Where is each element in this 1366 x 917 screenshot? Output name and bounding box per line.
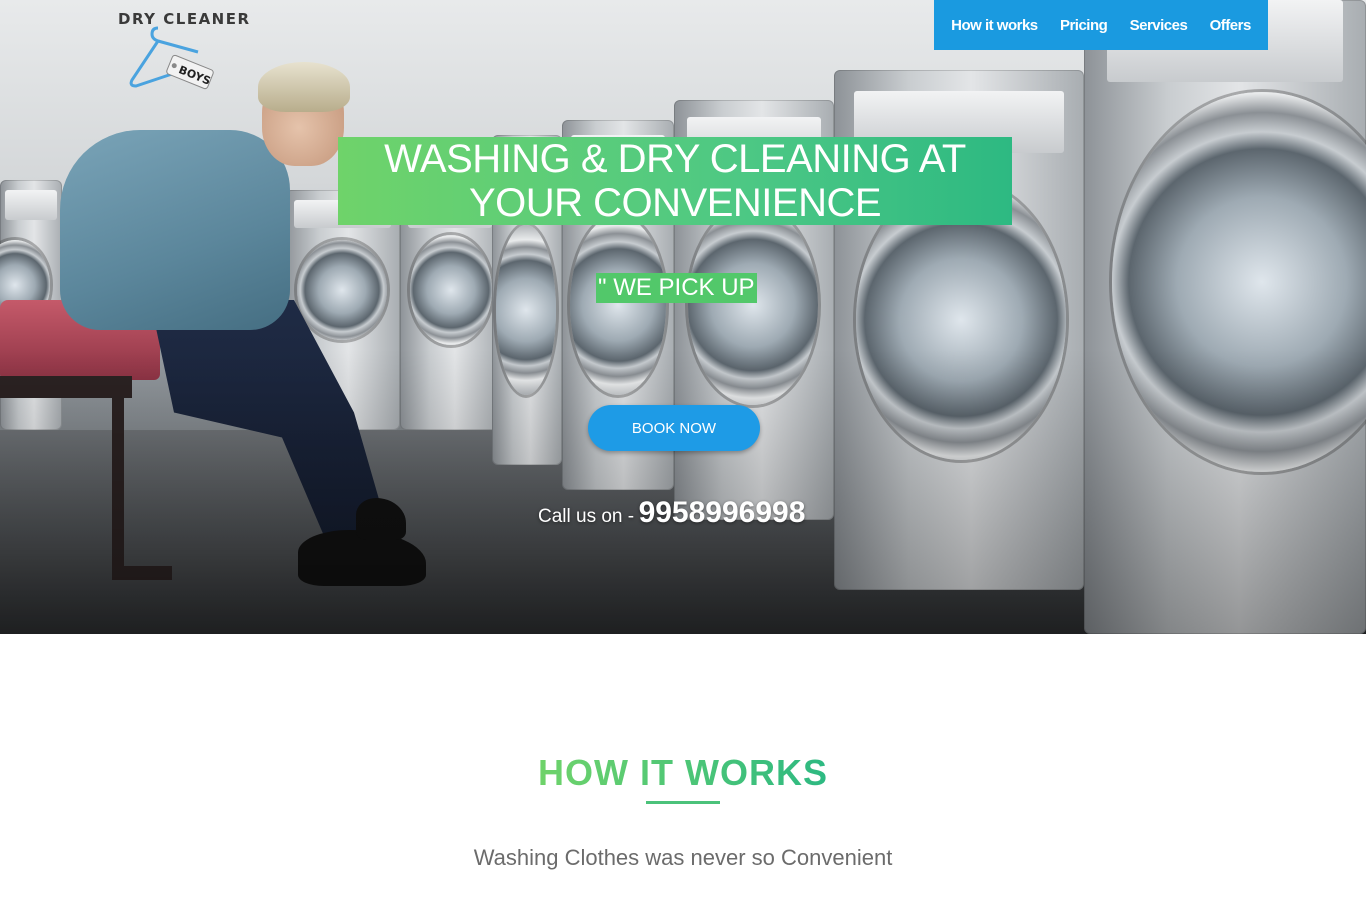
main-nav: How it works Pricing Services Offers <box>934 0 1268 50</box>
site-logo[interactable]: Dry Cleaner BOYS <box>118 8 268 90</box>
how-it-works-subtitle: Washing Clothes was never so Convenient <box>473 845 893 870</box>
nav-pricing[interactable]: Pricing <box>1060 17 1108 34</box>
title-underline <box>646 801 720 804</box>
hero-headline: WASHING & DRY CLEANING AT YOUR CONVENIEN… <box>384 137 966 225</box>
hero-tagline: " WE PICK UP <box>596 273 757 303</box>
hero-banner <box>0 0 1366 634</box>
hero-headline-box: WASHING & DRY CLEANING AT YOUR CONVENIEN… <box>338 137 1012 225</box>
how-it-works-title: HOW IT WORKS <box>538 752 828 793</box>
call-us: Call us on - 9958996998 <box>538 496 805 530</box>
book-now-button[interactable]: BOOK NOW <box>588 405 760 451</box>
nav-how-it-works[interactable]: How it works <box>951 17 1038 34</box>
nav-offers[interactable]: Offers <box>1210 17 1252 34</box>
hanger-icon: BOYS <box>129 26 214 90</box>
phone-number[interactable]: 9958996998 <box>639 496 806 529</box>
nav-services[interactable]: Services <box>1130 17 1188 34</box>
call-us-label: Call us on - <box>538 506 635 527</box>
